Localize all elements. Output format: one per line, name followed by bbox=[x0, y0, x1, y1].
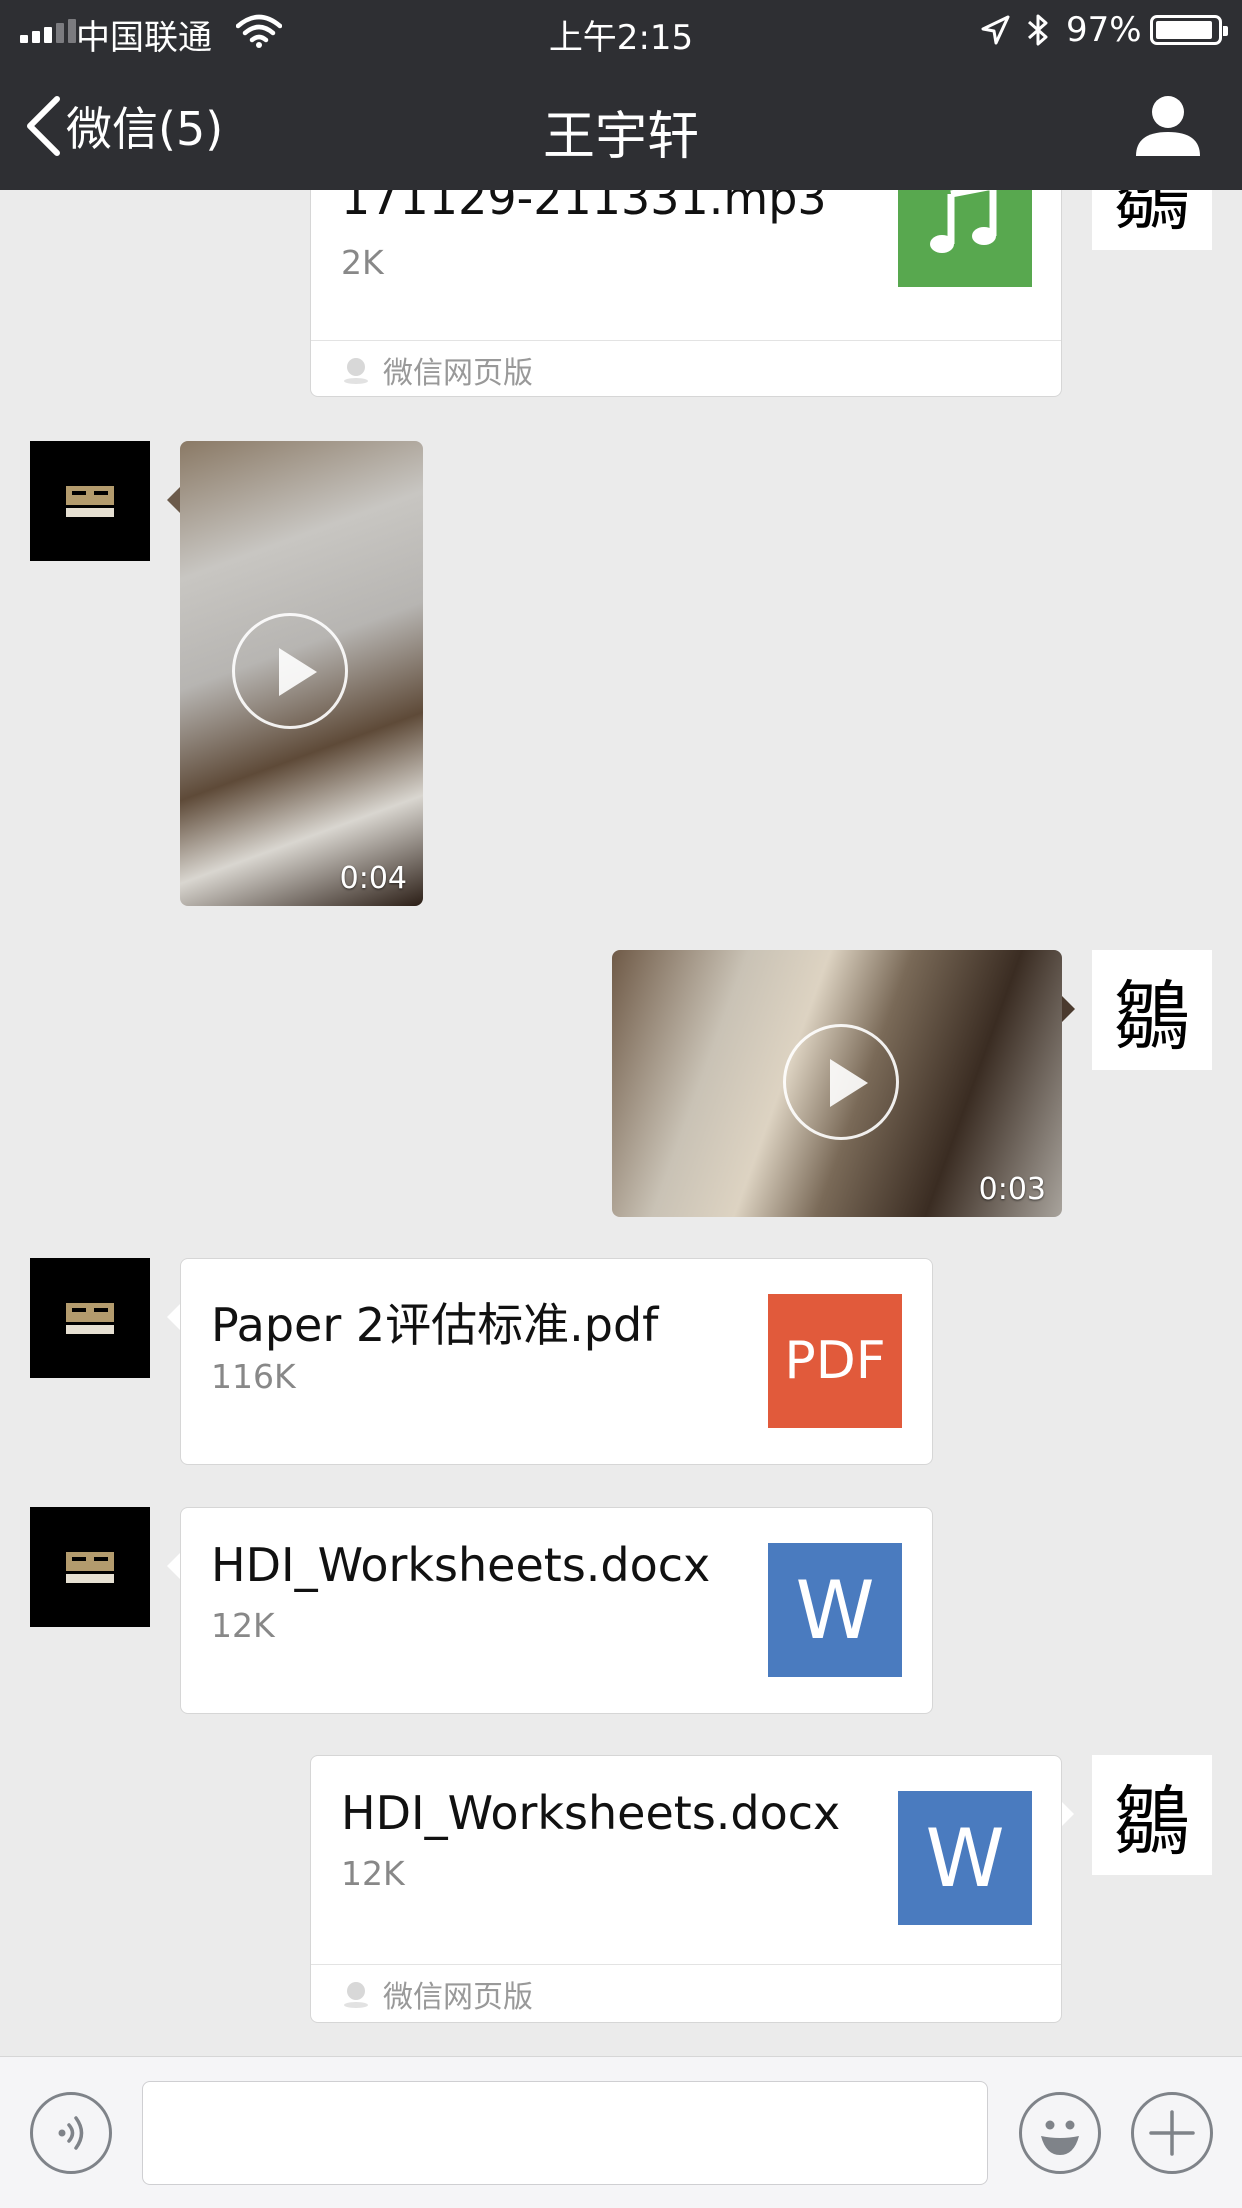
video-message[interactable]: 0:03 bbox=[612, 950, 1062, 1217]
my-avatar[interactable]: 鶵 bbox=[1092, 190, 1212, 250]
status-time: 上午2:15 bbox=[548, 18, 694, 58]
battery-percent: 97% bbox=[1066, 10, 1142, 50]
video-duration: 0:03 bbox=[978, 1172, 1046, 1207]
card-footer: 微信网页版 bbox=[311, 340, 1061, 398]
card-footer: 微信网页版 bbox=[311, 1964, 1061, 2022]
file-name: HDI_Worksheets.docx bbox=[211, 1538, 711, 1592]
message-input[interactable] bbox=[142, 2081, 988, 2185]
input-bar bbox=[0, 2056, 1242, 2208]
file-message[interactable]: HDI_Worksheets.docx 12K W bbox=[180, 1507, 933, 1714]
rng-logo-icon bbox=[66, 1552, 114, 1583]
my-avatar[interactable]: 鶵 bbox=[1092, 950, 1212, 1070]
file-size: 116K bbox=[211, 1357, 296, 1396]
nav-bar: 微信(5) 王宇轩 bbox=[0, 62, 1242, 190]
file-message[interactable]: HDI_Worksheets.docx 12K W 微信网页版 bbox=[310, 1755, 1062, 2023]
contact-avatar[interactable] bbox=[30, 441, 150, 561]
footer-source-label: 微信网页版 bbox=[383, 1979, 533, 2015]
wechat-web-icon bbox=[344, 357, 368, 384]
contact-avatar[interactable] bbox=[30, 1507, 150, 1627]
location-arrow-icon bbox=[981, 15, 1010, 45]
person-icon[interactable] bbox=[1132, 92, 1204, 160]
file-size: 2K bbox=[341, 243, 384, 282]
add-button[interactable] bbox=[1131, 2092, 1213, 2174]
my-avatar[interactable]: 鶵 bbox=[1092, 1755, 1212, 1875]
file-name: Paper 2评估标准.pdf bbox=[211, 1298, 659, 1352]
chat-title: 王宇轩 bbox=[542, 107, 699, 167]
status-bar: 中国联通 上午2:15 97% bbox=[0, 0, 1242, 62]
battery-icon bbox=[1150, 15, 1228, 45]
file-name: 171129-211331.mp3 bbox=[341, 190, 827, 225]
wechat-web-icon bbox=[344, 1981, 368, 2008]
file-size: 12K bbox=[211, 1606, 275, 1645]
pdf-icon: PDF bbox=[768, 1294, 902, 1428]
word-icon: W bbox=[768, 1543, 902, 1677]
file-message[interactable]: 171129-211331.mp3 2K 微信网页版 bbox=[310, 190, 1062, 397]
plus-icon bbox=[1149, 2110, 1195, 2156]
voice-button[interactable] bbox=[30, 2092, 112, 2174]
play-icon bbox=[232, 613, 348, 729]
music-note-icon bbox=[898, 190, 1032, 287]
chat-area[interactable]: 鶵 171129-211331.mp3 2K 微信网页版 0:04 鶵 0:03… bbox=[0, 190, 1242, 2056]
word-icon: W bbox=[898, 1791, 1032, 1925]
app-header: 中国联通 上午2:15 97% 微信(5) 王宇轩 bbox=[0, 0, 1242, 190]
bluetooth-icon bbox=[1028, 14, 1048, 46]
contact-avatar[interactable] bbox=[30, 1258, 150, 1378]
smiley-icon bbox=[1041, 2120, 1079, 2155]
rng-logo-icon bbox=[66, 486, 114, 517]
play-icon bbox=[783, 1024, 899, 1140]
video-message[interactable]: 0:04 bbox=[180, 441, 423, 906]
file-size: 12K bbox=[341, 1854, 405, 1893]
voice-wave-icon bbox=[58, 2116, 84, 2150]
footer-source-label: 微信网页版 bbox=[383, 355, 533, 391]
file-name: HDI_Worksheets.docx bbox=[341, 1786, 841, 1840]
file-message[interactable]: Paper 2评估标准.pdf 116K PDF bbox=[180, 1258, 933, 1465]
rng-logo-icon bbox=[66, 1303, 114, 1334]
emoji-button[interactable] bbox=[1019, 2092, 1101, 2174]
video-duration: 0:04 bbox=[339, 861, 407, 896]
